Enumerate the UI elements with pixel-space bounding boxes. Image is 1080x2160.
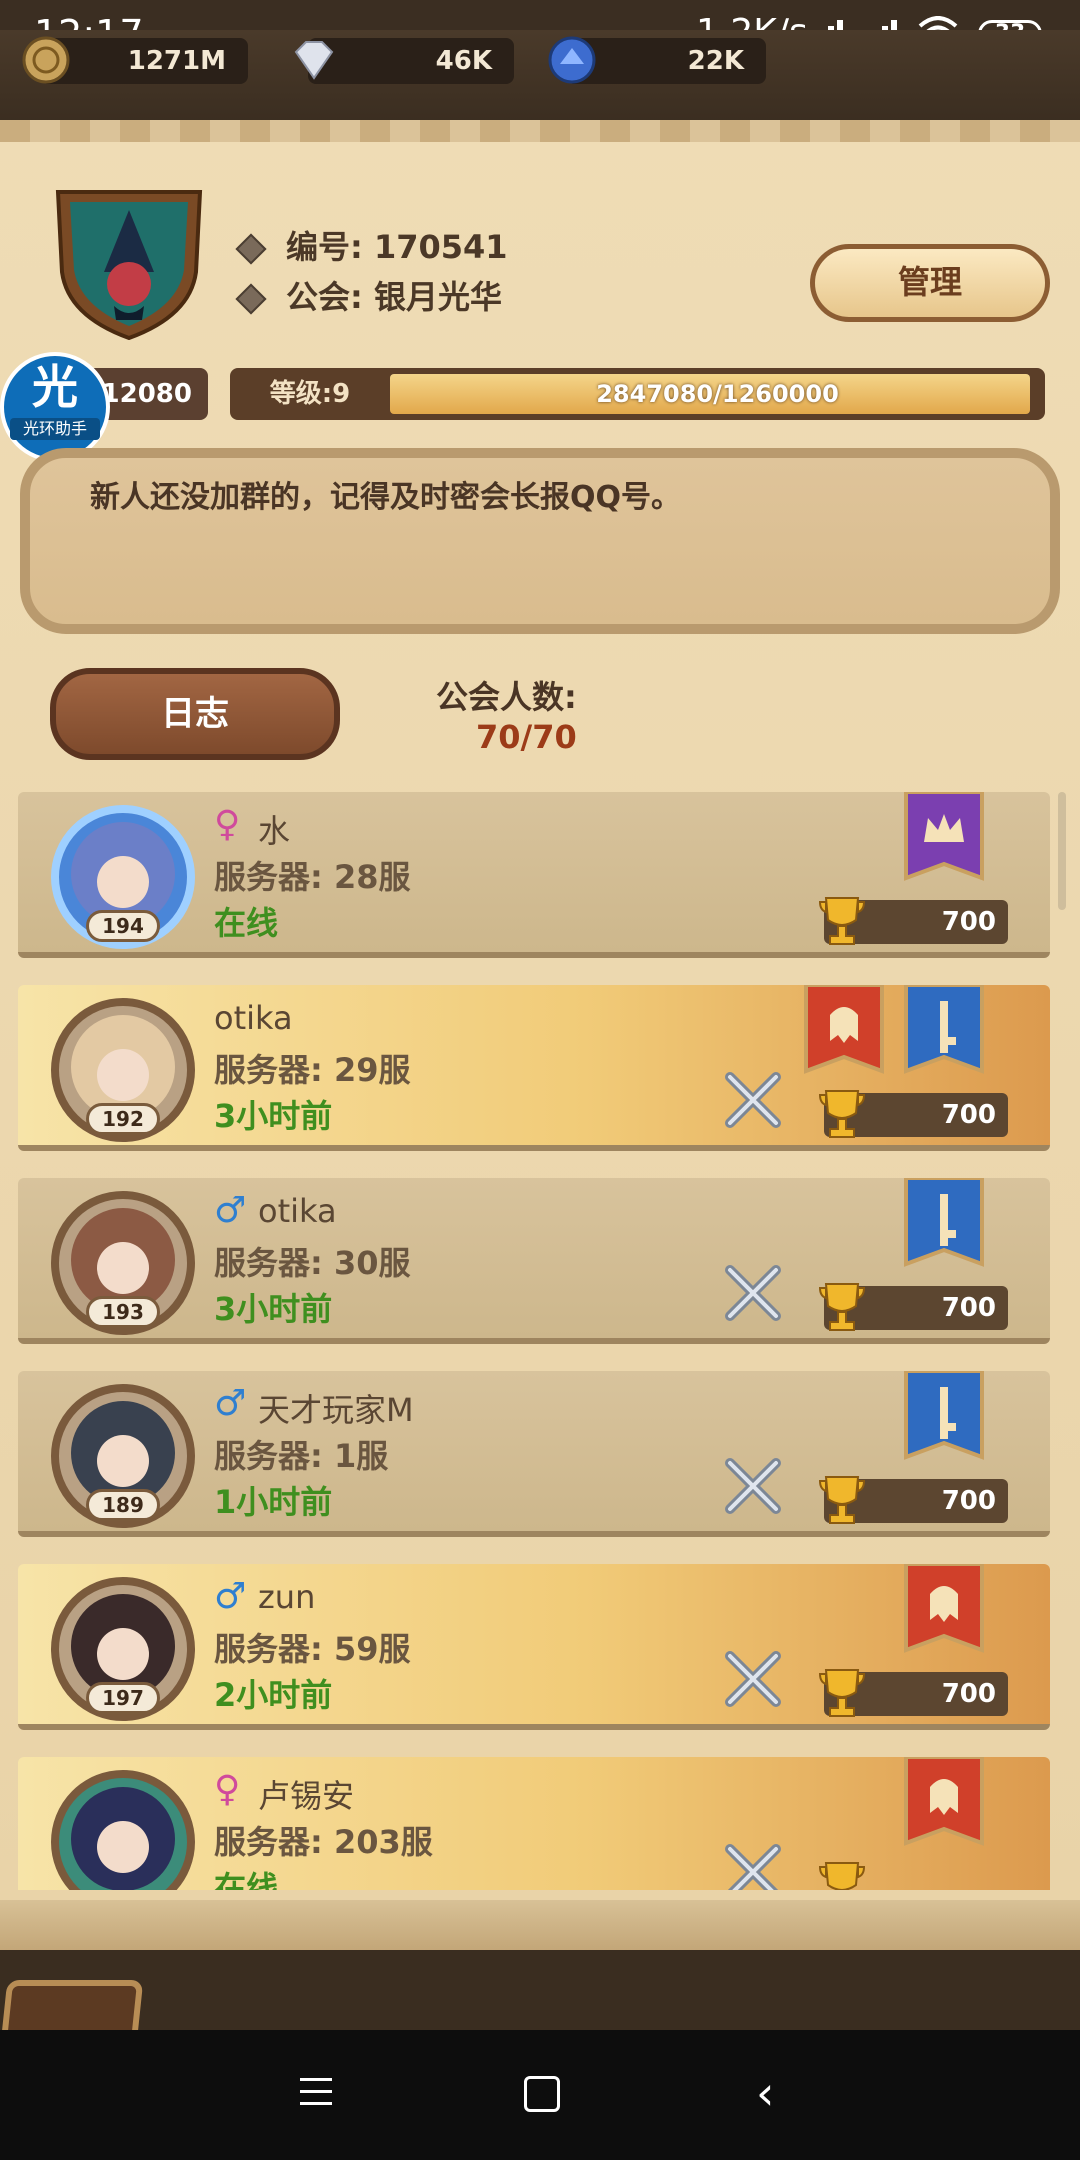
trophy-icon <box>818 1862 866 1890</box>
member-status: 在线 <box>214 1869 279 1890</box>
back-icon[interactable]: ‹ <box>756 2066 774 2120</box>
member-count: 70/70 <box>476 718 577 756</box>
crossed-swords-icon[interactable] <box>720 1646 786 1712</box>
guild-notice-text: 新人还没加群的，记得及时密会长报QQ号。 <box>90 480 682 515</box>
member-name: zun <box>258 1578 316 1616</box>
log-button[interactable]: 日志 <box>50 668 340 760</box>
red-helmet-banner-icon <box>804 985 884 1074</box>
diamond-bullet-icon <box>235 283 267 315</box>
member-level-badge: 194 <box>86 910 160 942</box>
member-card[interactable]: 194 ♀ 水服务器: 28服 在线 700 <box>18 792 1050 958</box>
trophy-icon <box>818 1476 866 1524</box>
member-name: 水 <box>258 812 291 850</box>
crossed-swords-icon[interactable] <box>720 1453 786 1519</box>
member-server: 服务器: 30服 <box>214 1244 411 1282</box>
guild-exp-text: 2847080/1260000 <box>596 380 839 408</box>
male-icon: ♂ <box>214 1383 247 1424</box>
gem-resource[interactable]: 22K <box>548 36 766 84</box>
member-status: 1小时前 <box>214 1483 333 1521</box>
purple-crown-banner-icon <box>904 792 984 881</box>
member-avatar[interactable] <box>48 1767 198 1890</box>
menu-icon[interactable] <box>300 2078 332 2106</box>
gold-resource[interactable]: 1271M <box>22 36 248 84</box>
trophy-icon <box>818 1283 866 1331</box>
member-name: otika <box>214 999 293 1037</box>
member-status: 在线 <box>214 904 279 942</box>
blue-key-banner-icon <box>904 985 984 1074</box>
system-nav-bar: ‹ <box>0 2030 1080 2160</box>
member-name: 天才玩家M <box>258 1391 414 1429</box>
crossed-swords-icon[interactable] <box>720 1260 786 1326</box>
member-status: 3小时前 <box>214 1097 333 1135</box>
red-helmet-banner-icon <box>904 1757 984 1846</box>
member-server: 服务器: 59服 <box>214 1630 411 1668</box>
helper-overlay-button[interactable]: 光 光环助手 <box>0 352 110 462</box>
guild-level: 等级:9 <box>269 379 351 409</box>
guild-id-text: 编号: 170541 <box>286 228 508 266</box>
blue-gem-icon <box>548 36 596 84</box>
guild-notice-box: 新人还没加群的，记得及时密会长报QQ号。 <box>20 448 1060 634</box>
member-server: 服务器: 28服 <box>214 858 411 896</box>
crossed-swords-icon[interactable] <box>720 1839 786 1890</box>
gem-value: 22K <box>687 46 744 76</box>
member-list[interactable]: 194 ♀ 水服务器: 28服 在线 700 192 otika 服务器: 29服 3小时前 70… <box>0 792 1080 1890</box>
gold-coin-icon <box>22 36 70 84</box>
member-card[interactable]: 197 ♂ zun 服务器: 59服 2小时前 700 <box>18 1564 1050 1730</box>
member-server: 服务器: 29服 <box>214 1051 411 1089</box>
member-name: otika <box>258 1192 337 1230</box>
bottom-bar <box>0 1950 1080 2030</box>
male-icon: ♂ <box>214 1190 247 1231</box>
manage-button[interactable]: 管理 <box>810 244 1050 322</box>
male-icon: ♂ <box>214 1576 247 1617</box>
trophy-icon <box>818 1090 866 1138</box>
guild-name-text: 公会: 银月光华 <box>286 278 502 316</box>
guild-emblem <box>55 190 203 340</box>
diamond-resource[interactable]: 46K <box>294 38 514 84</box>
crossed-swords-icon[interactable] <box>720 1067 786 1133</box>
guild-id: 编号: 170541 <box>235 222 508 268</box>
scrollbar[interactable] <box>1058 792 1066 910</box>
member-count-label: 公会人数: <box>436 678 577 716</box>
member-status: 2小时前 <box>214 1676 333 1714</box>
guild-level-bar: 等级:9 2847080/1260000 <box>230 368 1045 420</box>
blue-key-banner-icon <box>904 1371 984 1460</box>
guild-name: 公会: 银月光华 <box>235 272 502 318</box>
helper-label: 光环助手 <box>10 418 100 440</box>
member-server: 服务器: 203服 <box>214 1823 433 1861</box>
panel-top-edge <box>0 120 1080 142</box>
member-server: 服务器: 1服 <box>214 1437 389 1475</box>
trophy-icon <box>818 1669 866 1717</box>
member-name: 卢锡安 <box>258 1777 355 1815</box>
trophy-icon <box>818 897 866 945</box>
female-icon: ♀ <box>214 1769 241 1810</box>
resource-bar: 1271M 46K 22K <box>0 30 1080 126</box>
red-helmet-banner-icon <box>904 1564 984 1653</box>
member-level-badge: 189 <box>86 1489 160 1521</box>
home-icon[interactable] <box>524 2076 560 2112</box>
diamond-value: 46K <box>435 46 492 76</box>
blue-key-banner-icon <box>904 1178 984 1267</box>
female-icon: ♀ <box>214 804 241 845</box>
member-card[interactable]: 193 ♂ otika 服务器: 30服 3小时前 700 <box>18 1178 1050 1344</box>
member-card[interactable]: ♀ 卢锡安服务器: 203服在线 <box>18 1757 1050 1890</box>
member-level-badge: 193 <box>86 1296 160 1328</box>
member-card[interactable]: 189 ♂ 天才玩家M 服务器: 1服 1小时前 700 <box>18 1371 1050 1537</box>
gold-value: 1271M <box>127 46 226 76</box>
diamond-icon <box>294 41 334 80</box>
member-card[interactable]: 192 otika 服务器: 29服 3小时前 700 <box>18 985 1050 1151</box>
helper-glyph: 光 <box>32 360 78 414</box>
member-level-badge: 192 <box>86 1103 160 1135</box>
member-level-badge: 197 <box>86 1682 160 1714</box>
diamond-bullet-icon <box>235 233 267 265</box>
member-status: 3小时前 <box>214 1290 333 1328</box>
